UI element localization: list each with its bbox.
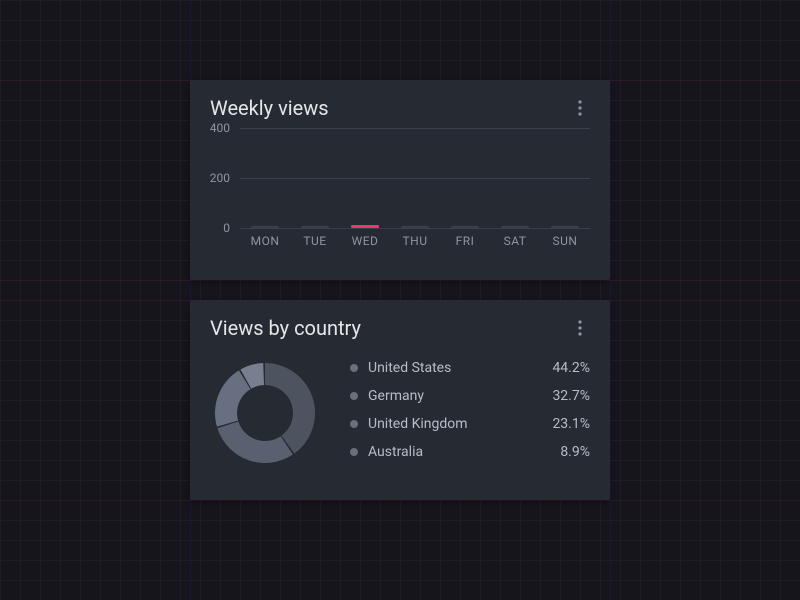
- x-tick-label: TUE: [303, 234, 326, 248]
- country-row: Germany32.7%: [350, 382, 590, 410]
- legend-dot-icon: [350, 364, 358, 372]
- y-tick-label: 0: [223, 221, 230, 235]
- x-tick-label: SAT: [504, 234, 527, 248]
- donut-slice: [215, 370, 250, 426]
- country-pct: 8.9%: [560, 444, 590, 460]
- country-pct: 23.1%: [552, 416, 590, 432]
- country-name: United Kingdom: [368, 416, 552, 432]
- card-views-by-country: Views by country United States44.2%Germa…: [190, 300, 610, 500]
- legend-dot-icon: [350, 420, 358, 428]
- donut-slice: [265, 363, 315, 454]
- more-vertical-icon[interactable]: [570, 318, 590, 338]
- views-by-country-list: United States44.2%Germany32.7%United Kin…: [350, 354, 590, 466]
- more-vertical-icon[interactable]: [570, 98, 590, 118]
- chart-gridline: [240, 228, 590, 229]
- legend-dot-icon: [350, 392, 358, 400]
- donut-slice: [217, 422, 292, 463]
- x-tick-label: THU: [402, 234, 427, 248]
- y-tick-label: 200: [210, 171, 230, 185]
- country-row: Australia8.9%: [350, 438, 590, 466]
- country-name: Australia: [368, 444, 560, 460]
- weekly-views-chart: 0200400 MONTUEWEDTHUFRISATSUN: [210, 128, 590, 258]
- card-views-by-country-title: Views by country: [210, 316, 361, 340]
- x-tick-label: SUN: [553, 234, 578, 248]
- legend-dot-icon: [350, 448, 358, 456]
- card-weekly-views-title: Weekly views: [210, 96, 329, 120]
- country-name: Germany: [368, 388, 552, 404]
- card-weekly-views: Weekly views 0 200 400 MON TUE WED THU FRI SAT S…: [190, 80, 610, 280]
- country-row: United Kingdom23.1%: [350, 410, 590, 438]
- country-pct: 44.2%: [552, 360, 590, 376]
- country-pct: 32.7%: [552, 388, 590, 404]
- country-name: United States: [368, 360, 552, 376]
- y-tick-label: 400: [210, 121, 230, 135]
- x-tick-label: MON: [251, 234, 280, 248]
- x-tick-label: FRI: [456, 234, 475, 248]
- country-row: United States44.2%: [350, 354, 590, 382]
- x-tick-label: WED: [352, 234, 379, 248]
- views-by-country-donut: [210, 358, 320, 468]
